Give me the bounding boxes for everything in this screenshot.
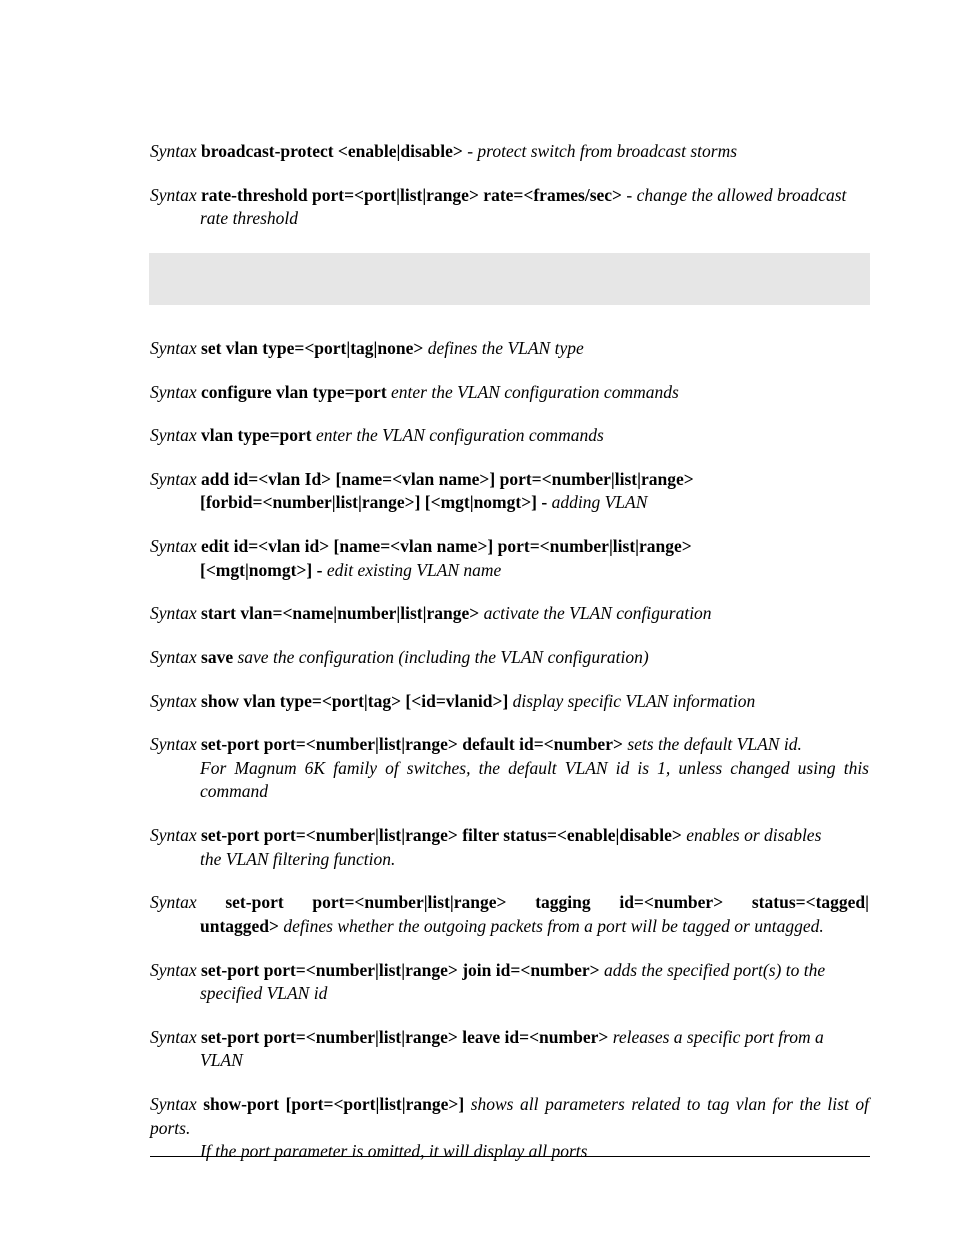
syntax-label: Syntax [150,382,197,402]
syntax-label: Syntax [150,691,197,711]
syntax-entry: Syntax show vlan type=<port|tag> [<id=vl… [150,690,869,714]
syntax-entry: Syntax show-port [port=<port|list|range>… [150,1093,869,1164]
description-text: enables or disables [686,825,821,845]
syntax-label: Syntax [150,1027,197,1047]
command-text: rate-threshold port=<port|list|range> ra… [197,185,627,205]
syntax-label: Syntax [150,960,197,980]
syntax-entry: Syntax broadcast-protect <enable|disable… [150,140,869,164]
syntax-label: Syntax [150,734,197,754]
syntax-entry: Syntax set-port port=<number|list|range>… [150,733,869,804]
command-text: [forbid=<number|list|range>] [<mgt|nomgt… [200,492,552,512]
syntax-entry: Syntax rate-threshold port=<port|list|ra… [150,184,869,231]
description-text: defines whether the outgoing packets fro… [283,916,823,936]
command-text: set-port port=<number|list|range> filter… [197,825,687,845]
command-text: broadcast-protect <enable|disable> [197,141,468,161]
syntax-entry: Syntax start vlan=<name|number|list|rang… [150,602,869,626]
continuation-line: If the port parameter is omitted, it wil… [200,1140,869,1164]
command-text: show-port [port=<port|list|range>] [197,1094,471,1114]
command-text: configure vlan type=port [197,382,391,402]
description-text: adds the specified port(s) to the [604,960,825,980]
continuation-line: specified VLAN id [200,982,869,1006]
description-text: For Magnum 6K family of switches, the de… [200,758,869,802]
description-text: activate the VLAN configuration [484,603,712,623]
syntax-label: Syntax [150,141,197,161]
section-divider-band [149,253,870,305]
description-text: - change the allowed broadcast [626,185,846,205]
syntax-label: Syntax [150,603,197,623]
command-text: start vlan=<name|number|list|range> [197,603,484,623]
syntax-entry: Syntax save save the configuration (incl… [150,646,869,670]
syntax-label: Syntax [150,647,197,667]
syntax-entry: Syntax set-port port=<number|list|range>… [150,824,869,871]
syntax-entry: Syntax add id=<vlan Id> [name=<vlan name… [150,468,869,515]
description-text: releases a specific port from a [613,1027,824,1047]
syntax-entry: Syntax set-port port=<number|list|range>… [150,891,869,938]
continuation-line: For Magnum 6K family of switches, the de… [200,757,869,804]
command-text: [<mgt|nomgt>] - [200,560,327,580]
syntax-entry: Syntax set-port port=<number|list|range>… [150,959,869,1006]
continuation-line: untagged> defines whether the outgoing p… [200,915,869,939]
description-text: edit existing VLAN name [327,560,502,580]
continuation-line: rate threshold [200,207,869,231]
document-page: Syntax broadcast-protect <enable|disable… [0,0,954,1235]
syntax-entry: Syntax edit id=<vlan id> [name=<vlan nam… [150,535,869,582]
description-text: save the configuration (including the VL… [237,647,648,667]
syntax-label: Syntax [150,425,197,445]
description-text: adding VLAN [552,492,648,512]
description-text: enter the VLAN configuration commands [316,425,604,445]
description-text: the VLAN filtering function. [200,849,395,869]
syntax-label: Syntax [150,469,197,489]
command-text: vlan type=port [197,425,316,445]
description-text: - protect switch from broadcast storms [467,141,737,161]
continuation-line: [forbid=<number|list|range>] [<mgt|nomgt… [200,491,869,515]
description-text: display specific VLAN information [513,691,756,711]
continuation-line: [<mgt|nomgt>] - edit existing VLAN name [200,559,869,583]
command-text: set-port port=<number|list|range> join i… [197,960,604,980]
command-text: save [197,647,238,667]
syntax-label: Syntax [150,338,197,358]
description-text: specified VLAN id [200,983,327,1003]
command-text: untagged> [200,916,283,936]
description-text: rate threshold [200,208,298,228]
syntax-entry: Syntax set vlan type=<port|tag|none> def… [150,337,869,361]
syntax-label: Syntax [150,1094,197,1114]
footer-rule [150,1156,870,1157]
description-text: sets the default VLAN id. [627,734,802,754]
command-text: set-port port=<number|list|range> leave … [197,1027,613,1047]
syntax-label: Syntax [150,892,197,912]
syntax-label: Syntax [150,536,197,556]
command-text: edit id=<vlan id> [name=<vlan name>] por… [197,536,692,556]
command-text: show vlan type=<port|tag> [<id=vlanid>] [197,691,513,711]
command-text: add id=<vlan Id> [name=<vlan name>] port… [197,469,694,489]
syntax-label: Syntax [150,825,197,845]
syntax-entry: Syntax configure vlan type=port enter th… [150,381,869,405]
command-text: set-port port=<number|list|range> taggin… [197,892,869,912]
syntax-entry: Syntax set-port port=<number|list|range>… [150,1026,869,1073]
description-text: enter the VLAN configuration commands [391,382,679,402]
description-text: VLAN [200,1050,243,1070]
command-text: set-port port=<number|list|range> defaul… [197,734,628,754]
continuation-line: VLAN [200,1049,869,1073]
description-text: If the port parameter is omitted, it wil… [200,1141,587,1161]
syntax-entry: Syntax vlan type=port enter the VLAN con… [150,424,869,448]
continuation-line: the VLAN filtering function. [200,848,869,872]
syntax-label: Syntax [150,185,197,205]
command-text: set vlan type=<port|tag|none> [197,338,428,358]
description-text: defines the VLAN type [428,338,584,358]
